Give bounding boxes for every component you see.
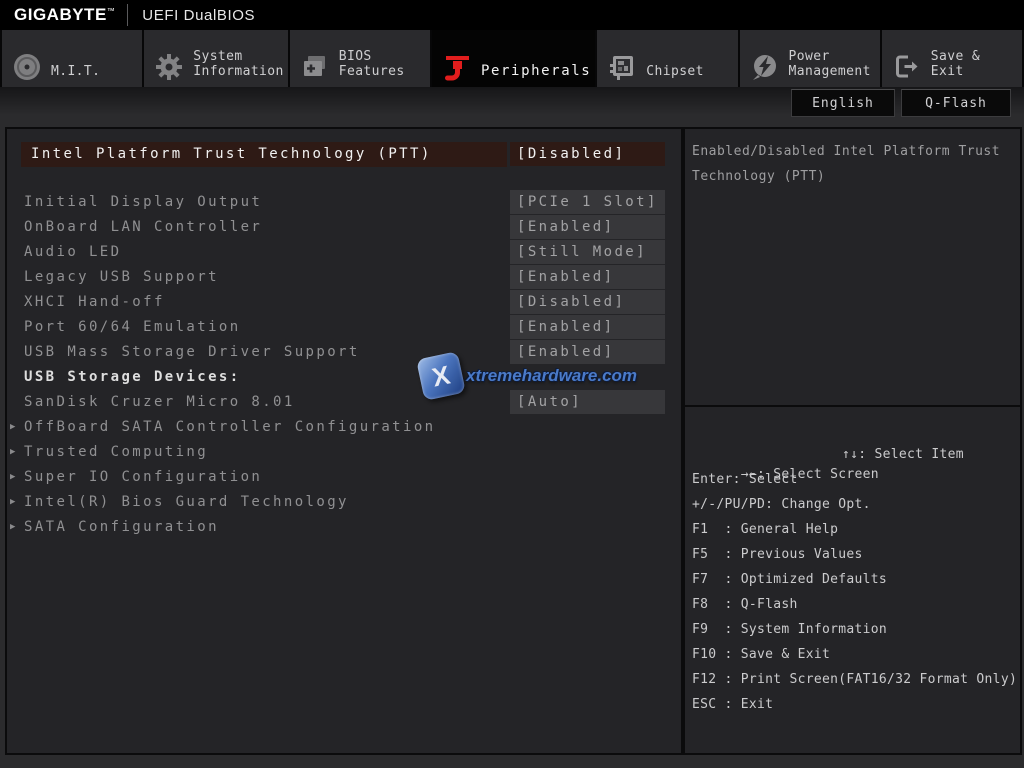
setting-value: [Enabled] [510, 215, 665, 239]
tab-chipset[interactable]: Chipset [597, 30, 738, 87]
usb-device-icon [442, 52, 472, 82]
setting-label: Initial Display Output [24, 194, 263, 210]
key-legend-line: F10 : Save & Exit [692, 647, 831, 662]
setting-label: Intel(R) Bios Guard Technology [24, 494, 349, 510]
setting-label: Audio LED [24, 244, 122, 260]
setting-row[interactable]: Audio LED [Still Mode] [7, 240, 681, 265]
tab-label: Chipset [646, 64, 704, 79]
help-panel-divider [685, 405, 1020, 407]
key-legend-line: F7 : Optimized Defaults [692, 572, 888, 587]
setting-row-submenu[interactable]: ▶ Trusted Computing [7, 440, 681, 465]
chip-icon [607, 52, 637, 82]
bios-screen: GIGABYTE™ UEFI DualBIOS M.I.T. System In… [0, 0, 1024, 768]
setting-row-submenu[interactable]: ▶ Super IO Configuration [7, 465, 681, 490]
tab-mit[interactable]: M.I.T. [2, 30, 143, 87]
setting-value: [Enabled] [510, 340, 665, 364]
setting-value: [Auto] [510, 390, 665, 414]
setting-row[interactable]: USB Mass Storage Driver Support [Enabled… [7, 340, 681, 365]
tab-label: BIOS Features [338, 49, 405, 79]
setting-value: [PCIe 1 Slot] [510, 190, 665, 214]
settings-panel: Intel Platform Trust Technology (PTT) [D… [5, 127, 683, 755]
gear-icon [154, 52, 184, 82]
setting-value: [Disabled] [510, 290, 665, 314]
mit-dial-icon [12, 52, 42, 82]
setting-label: Super IO Configuration [24, 469, 263, 485]
submenu-arrow-icon: ▶ [10, 472, 16, 482]
submenu-arrow-icon: ▶ [10, 522, 16, 532]
setting-label: Port 60/64 Emulation [24, 319, 241, 335]
setting-label: SATA Configuration [24, 519, 219, 535]
tab-bar: M.I.T. System Information BIOS Features … [0, 30, 1024, 87]
tab-power-management[interactable]: Power Management [739, 30, 880, 87]
gigabyte-logo: GIGABYTE™ [14, 5, 115, 25]
submenu-arrow-icon: ▶ [10, 497, 16, 507]
tab-label: Save & Exit [930, 49, 981, 79]
item-help-text: Enabled/Disabled Intel Platform Trust Te… [692, 144, 1001, 184]
tab-peripherals[interactable]: Peripherals [431, 30, 596, 87]
tab-save-exit[interactable]: Save & Exit [881, 30, 1022, 87]
product-title: UEFI DualBIOS [142, 6, 256, 24]
tab-bios-features[interactable]: BIOS Features [289, 30, 430, 87]
setting-row[interactable]: Legacy USB Support [Enabled] [7, 265, 681, 290]
setting-section-header: USB Storage Devices: [7, 365, 681, 390]
key-legend-line: Enter: Select [692, 472, 798, 487]
setting-label: OnBoard LAN Controller [24, 219, 263, 235]
key-legend-line: F1 : General Help [692, 522, 839, 537]
setting-label: SanDisk Cruzer Micro 8.01 [24, 394, 295, 410]
setting-row-submenu[interactable]: ▶ OffBoard SATA Controller Configuration [7, 415, 681, 440]
setting-row[interactable]: Initial Display Output [PCIe 1 Slot] [7, 190, 681, 215]
key-legend-line: F12 : Print Screen(FAT16/32 Format Only) [692, 672, 1018, 687]
setting-label: Legacy USB Support [24, 269, 219, 285]
qflash-button[interactable]: Q-Flash [901, 89, 1011, 117]
submenu-arrow-icon: ▶ [10, 422, 16, 432]
setting-row[interactable]: Intel Platform Trust Technology (PTT) [D… [7, 142, 681, 167]
tab-label: System Information [193, 49, 284, 79]
title-bar: GIGABYTE™ UEFI DualBIOS [0, 0, 1024, 30]
setting-label: USB Mass Storage Driver Support [24, 344, 360, 360]
setting-value: [Still Mode] [510, 240, 665, 264]
help-panel: Enabled/Disabled Intel Platform Trust Te… [683, 127, 1022, 755]
tab-label: Power Management [788, 49, 871, 79]
key-legend-line: +/-/PU/PD: Change Opt. [692, 497, 871, 512]
setting-row[interactable]: SanDisk Cruzer Micro 8.01 [Auto] [7, 390, 681, 415]
setting-row[interactable]: XHCI Hand-off [Disabled] [7, 290, 681, 315]
trademark-symbol: ™ [106, 6, 116, 16]
key-legend-line: F8 : Q-Flash [692, 597, 798, 612]
setting-row[interactable]: OnBoard LAN Controller [Enabled] [7, 215, 681, 240]
setting-row-submenu[interactable]: ▶ Intel(R) Bios Guard Technology [7, 490, 681, 515]
setting-label: USB Storage Devices: [24, 369, 241, 385]
titlebar-divider [127, 4, 129, 26]
submenu-arrow-icon: ▶ [10, 447, 16, 457]
exit-door-icon [892, 52, 922, 82]
brand-text: GIGABYTE [14, 5, 107, 24]
setting-value: [Enabled] [510, 315, 665, 339]
setting-value: [Enabled] [510, 265, 665, 289]
setting-label: OffBoard SATA Controller Configuration [24, 419, 436, 435]
tab-label: M.I.T. [51, 64, 101, 79]
setting-label: XHCI Hand-off [24, 294, 165, 310]
key-legend-line: F9 : System Information [692, 622, 888, 637]
key-legend-line: F5 : Previous Values [692, 547, 863, 562]
setting-row[interactable]: Port 60/64 Emulation [Enabled] [7, 315, 681, 340]
key-legend-line: ESC : Exit [692, 697, 774, 712]
setting-label: Intel Platform Trust Technology (PTT) [21, 142, 507, 167]
tab-system-information[interactable]: System Information [144, 30, 288, 87]
legend-select-item: ↑↓: Select Item [842, 447, 964, 462]
lightning-icon [750, 52, 780, 82]
setting-value: [Disabled] [510, 142, 665, 166]
language-button[interactable]: English [791, 89, 895, 117]
setting-row-submenu[interactable]: ▶ SATA Configuration [7, 515, 681, 540]
key-legend-line: →←: Select Screen ↑↓: Select Item [692, 445, 964, 482]
setting-label: Trusted Computing [24, 444, 209, 460]
tab-label: Peripherals [480, 63, 592, 79]
folders-icon [300, 52, 330, 82]
